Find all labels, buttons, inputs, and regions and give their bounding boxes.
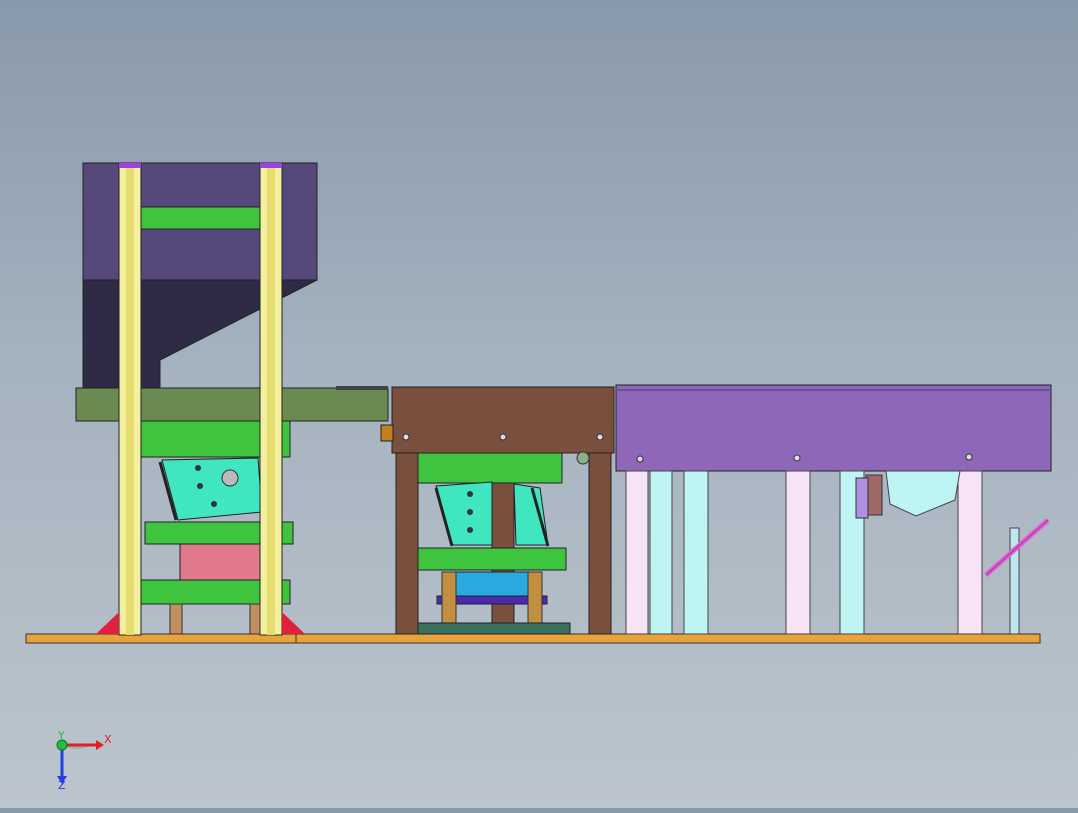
cad-viewport[interactable]: X Y Z [0, 0, 1078, 808]
table-leg-1 [395, 452, 419, 635]
table-station [380, 386, 615, 635]
conveyor-station [615, 384, 1052, 635]
green-block-mid [417, 452, 563, 484]
pink-block [179, 543, 263, 581]
leg-pink-3 [957, 470, 983, 635]
green-top-bar [139, 206, 261, 230]
cyan-die-block [161, 457, 263, 521]
orientation-triad: X Y Z [56, 729, 112, 792]
green-plate-mid [417, 547, 567, 571]
foot-right [282, 612, 305, 634]
leg-aqua-1 [649, 470, 673, 635]
x-axis-label: X [104, 733, 112, 746]
z-axis-label: Z [58, 779, 66, 792]
cad-assembly-drawing: X Y Z [25, 162, 1052, 792]
leg-pink-1 [625, 470, 649, 635]
press-station [75, 162, 389, 636]
foot-left [96, 612, 119, 634]
purple-conveyor-frame [615, 384, 1052, 472]
blue-spring-block [445, 571, 535, 597]
leg-pink-2 [785, 470, 811, 635]
leg-aqua-2 [683, 470, 709, 635]
chute-guard [885, 470, 961, 517]
table-leg-3 [588, 452, 612, 635]
base-plate [25, 633, 1041, 644]
brown-table-top [391, 386, 615, 454]
y-axis-label: Y [57, 729, 65, 742]
